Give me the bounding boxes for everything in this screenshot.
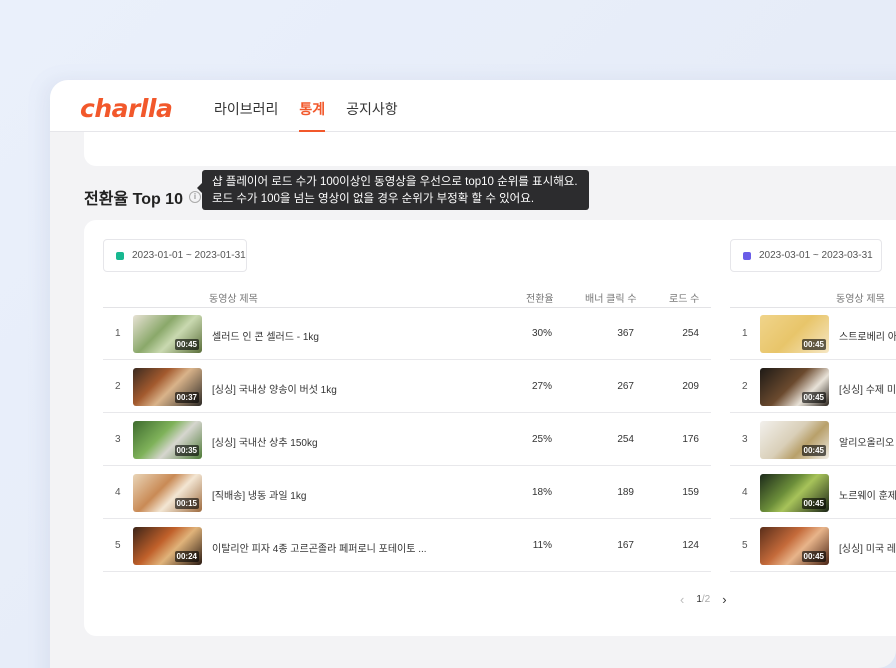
nav-notices[interactable]: 공지사항 (346, 80, 398, 132)
table-header: 동영상 제목 (730, 288, 896, 308)
row-rank: 1 (115, 328, 121, 339)
conversion-rate: 18% (531, 487, 552, 498)
duration-badge: 00:35 (174, 445, 199, 456)
duration-badge: 00:45 (801, 445, 826, 456)
window-frame: charlla 라이브러리 통계 공지사항 전환율 Top 10 i 샵 플레이… (0, 0, 896, 668)
video-title[interactable]: 노르웨이 훈제 (839, 487, 896, 502)
date-range-label: 2023-03-01 ~ 2023-03-31 (759, 250, 873, 261)
video-title[interactable]: 셀러드 인 콘 셀러드 - 1kg (212, 328, 319, 343)
app-window: charlla 라이브러리 통계 공지사항 전환율 Top 10 i 샵 플레이… (50, 80, 896, 668)
table-row[interactable]: 3 00:45 알리오올리오 (730, 414, 896, 466)
load-count: 254 (682, 328, 699, 339)
banner-clicks: 254 (617, 434, 634, 445)
video-thumbnail[interactable]: 00:24 (133, 527, 202, 565)
tooltip-line-2: 로드 수가 100을 넘는 영상이 없을 경우 순위가 부정확 할 수 있어요. (212, 193, 535, 205)
banner-clicks: 167 (617, 540, 634, 551)
row-rank: 4 (742, 487, 748, 498)
video-thumbnail[interactable]: 00:45 (760, 474, 829, 512)
banner-clicks: 367 (617, 328, 634, 339)
table-row[interactable]: 1 00:45 셀러드 인 콘 셀러드 - 1kg 30% 367 254 (103, 308, 711, 360)
video-thumbnail[interactable]: 00:45 (133, 315, 202, 353)
video-thumbnail[interactable]: 00:45 (760, 421, 829, 459)
conversion-rate: 27% (531, 381, 552, 392)
load-count: 176 (682, 434, 699, 445)
date-range-chip[interactable]: 2023-03-01 ~ 2023-03-31 (730, 239, 882, 272)
table-row[interactable]: 1 00:45 스트로베리 아 (730, 308, 896, 360)
nav-statistics[interactable]: 통계 (299, 80, 325, 132)
table-row[interactable]: 3 00:35 [싱싱] 국내산 상추 150kg 25% 254 176 (103, 414, 711, 466)
chevron-right-icon[interactable]: › (722, 592, 726, 607)
video-title[interactable]: [직배송] 냉동 과일 1kg (212, 487, 306, 502)
tooltip-line-1: 샵 플레이어 로드 수가 100이상인 동영상을 우선으로 top10 순위를 … (212, 176, 578, 188)
chevron-left-icon[interactable]: ‹ (680, 592, 684, 607)
video-thumbnail[interactable]: 00:45 (760, 315, 829, 353)
video-title[interactable]: 스트로베리 아 (839, 328, 896, 343)
section-title-text: 전환율 Top 10 (84, 191, 183, 208)
row-rank: 2 (742, 381, 748, 392)
row-rank: 4 (115, 487, 121, 498)
table-row[interactable]: 5 00:24 이탈리안 피자 4종 고르곤졸라 페퍼로니 포테이토 ... 1… (103, 520, 711, 572)
video-title[interactable]: [싱싱] 미국 레 (839, 540, 896, 555)
video-title[interactable]: [싱싱] 국내산 상추 150kg (212, 434, 318, 449)
row-rank: 3 (115, 434, 121, 445)
load-count: 124 (682, 540, 699, 551)
row-rank: 5 (115, 540, 121, 551)
header-conversion: 전환율 (526, 294, 554, 305)
video-title[interactable]: [싱싱] 수제 미 (839, 381, 896, 396)
duration-badge: 00:15 (174, 498, 199, 509)
banner-clicks: 189 (617, 487, 634, 498)
table-row[interactable]: 4 00:15 [직배송] 냉동 과일 1kg 18% 189 159 (103, 467, 711, 519)
table-row[interactable]: 2 00:45 [싱싱] 수제 미 (730, 361, 896, 413)
duration-badge: 00:45 (801, 551, 826, 562)
row-rank: 5 (742, 540, 748, 551)
top10-card: 2023-01-01 ~ 2023-01-31 동영상 제목 전환율 배너 클릭… (84, 220, 896, 636)
top-navigation-bar: charlla 라이브러리 통계 공지사항 (50, 80, 896, 132)
banner-clicks: 267 (617, 381, 634, 392)
page-indicator: 1/2 (696, 594, 710, 605)
pagination: ‹ 1/2 › (680, 592, 727, 607)
total-pages: /2 (701, 594, 711, 605)
nav-library[interactable]: 라이브러리 (214, 80, 278, 132)
video-thumbnail[interactable]: 00:37 (133, 368, 202, 406)
charlla-logo[interactable]: charlla (80, 94, 173, 123)
date-range-label: 2023-01-01 ~ 2023-01-31 (132, 250, 246, 261)
previous-card (84, 132, 896, 166)
table-row[interactable]: 2 00:37 [싱싱] 국내상 양송이 버섯 1kg 27% 267 209 (103, 361, 711, 413)
video-thumbnail[interactable]: 00:45 (760, 368, 829, 406)
video-title[interactable]: 알리오올리오 (839, 434, 894, 449)
series-color-swatch (116, 251, 124, 260)
table-row[interactable]: 5 00:45 [싱싱] 미국 레 (730, 520, 896, 572)
header-loads: 로드 수 (669, 294, 700, 305)
table-row[interactable]: 4 00:45 노르웨이 훈제 (730, 467, 896, 519)
video-thumbnail[interactable]: 00:35 (133, 421, 202, 459)
row-rank: 1 (742, 328, 748, 339)
main-nav: 라이브러리 통계 공지사항 (214, 80, 398, 132)
duration-badge: 00:45 (801, 392, 826, 403)
table-header: 동영상 제목 전환율 배너 클릭 수 로드 수 (103, 288, 711, 308)
duration-badge: 00:24 (174, 551, 199, 562)
duration-badge: 00:45 (801, 339, 826, 350)
conversion-rate: 11% (532, 540, 552, 551)
duration-badge: 00:37 (174, 392, 199, 403)
section-title: 전환율 Top 10 i (84, 185, 201, 209)
duration-badge: 00:45 (801, 498, 826, 509)
load-count: 159 (682, 487, 699, 498)
video-thumbnail[interactable]: 00:15 (133, 474, 202, 512)
header-clicks: 배너 클릭 수 (585, 294, 637, 305)
video-thumbnail[interactable]: 00:45 (760, 527, 829, 565)
conversion-rate: 30% (531, 328, 552, 339)
conversion-rate: 25% (531, 434, 552, 445)
info-tooltip: 샵 플레이어 로드 수가 100이상인 동영상을 우선으로 top10 순위를 … (197, 170, 589, 210)
row-rank: 2 (115, 381, 121, 392)
duration-badge: 00:45 (174, 339, 199, 350)
series-color-swatch (743, 251, 751, 260)
date-range-chip[interactable]: 2023-01-01 ~ 2023-01-31 (103, 239, 247, 272)
header-title: 동영상 제목 (209, 294, 258, 305)
header-title: 동영상 제목 (836, 294, 885, 305)
row-rank: 3 (742, 434, 748, 445)
video-title[interactable]: 이탈리안 피자 4종 고르곤졸라 페퍼로니 포테이토 ... (212, 540, 427, 555)
load-count: 209 (682, 381, 699, 392)
video-title[interactable]: [싱싱] 국내상 양송이 버섯 1kg (212, 381, 337, 396)
